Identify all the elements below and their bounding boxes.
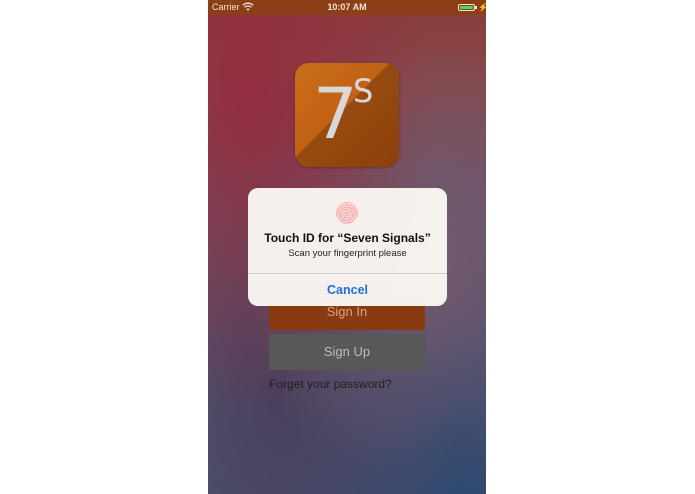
forgot-password-link[interactable]: Forget your password? <box>269 377 392 391</box>
touch-id-alert: Touch ID for “Seven Signals” Scan your f… <box>248 188 447 306</box>
alert-message: Scan your fingerprint please <box>288 248 407 259</box>
sign-up-button[interactable]: Sign Up <box>269 334 425 370</box>
status-time: 10:07 AM <box>327 2 367 12</box>
fingerprint-icon <box>336 202 358 224</box>
logo-letter: S <box>353 72 374 110</box>
app-screen: Carrier 10:07 AM ⚡ 7 S Sign In Sign Up F… <box>208 0 486 494</box>
app-logo: 7 S <box>295 63 399 167</box>
logo-number: 7 <box>313 73 358 155</box>
cancel-button[interactable]: Cancel <box>248 274 447 306</box>
charging-bolt-icon: ⚡ <box>478 3 486 12</box>
battery-icon <box>458 4 477 11</box>
alert-title: Touch ID for “Seven Signals” <box>264 231 431 245</box>
status-bar: Carrier 10:07 AM ⚡ <box>208 0 486 15</box>
